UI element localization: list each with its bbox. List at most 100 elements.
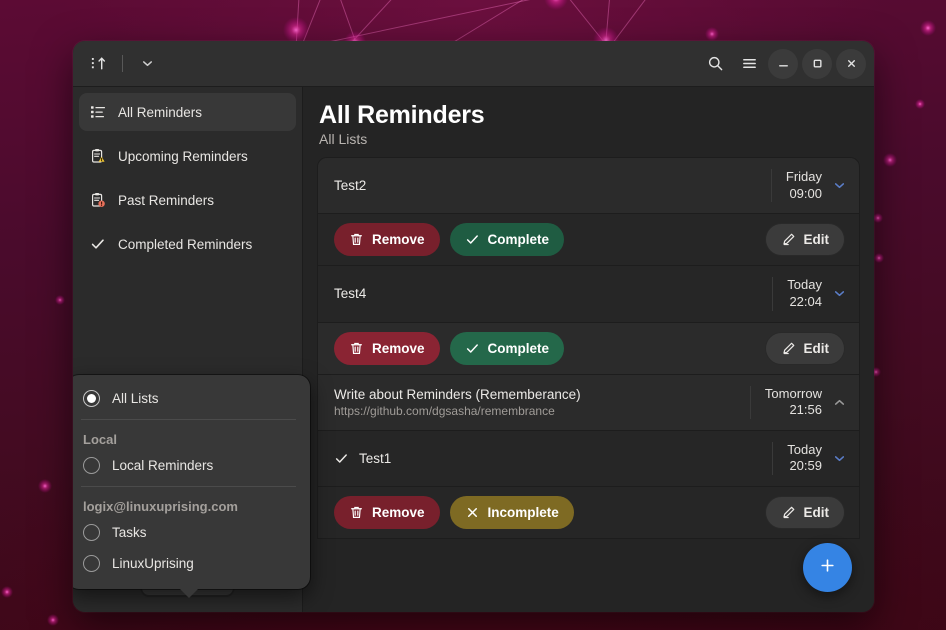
remove-button[interactable]: Remove [334,223,440,257]
window-headerbar [73,41,874,87]
popover-radio-local-reminders[interactable]: Local Reminders [73,450,310,481]
remove-button-label: Remove [372,232,425,248]
popover-radio-all-lists[interactable]: All Lists [73,383,310,414]
page-header: All Reminders All Lists [303,87,874,157]
popover-item-label: Local Reminders [112,458,214,473]
reminder-actions: Remove Complete Edit [318,322,859,375]
main-content: All Reminders All Lists Test2 Friday 09:… [303,87,874,612]
reminder-date-day: Friday [785,169,822,184]
chevron-down-icon[interactable] [132,49,162,79]
edit-button[interactable]: Edit [764,331,845,365]
sidebar-item-label: Upcoming Reminders [118,148,248,164]
reminder-actions: Remove Complete Edit [318,214,859,267]
reminder-row[interactable]: Test2 Friday 09:00 [318,158,859,215]
radio-indicator [83,524,100,541]
reminder-row[interactable]: Test4 Today 22:04 [318,266,859,323]
reminder-row[interactable]: Write about Reminders (Rememberance) htt… [318,374,859,431]
radio-indicator [83,555,100,572]
reminder-main[interactable]: Write about Reminders (Rememberance) htt… [318,375,750,430]
popover-item-label: LinuxUprising [112,556,194,571]
sort-ascending-icon[interactable] [83,49,113,79]
sidebar-navigation: All Reminders Upcoming Reminders Past Re… [73,87,302,269]
edit-button-label: Edit [803,340,830,356]
checkmark-icon [89,236,106,253]
edit-button-label: Edit [803,232,830,248]
reminder-main[interactable]: Test4 [318,266,772,321]
remove-button-label: Remove [372,340,425,356]
sidebar-item-label: Completed Reminders [118,236,253,252]
window-body: All Reminders Upcoming Reminders Past Re… [73,87,874,612]
reminder-date-day: Today [787,441,822,457]
incomplete-button[interactable]: Incomplete [449,496,574,529]
desktop-background: All Reminders Upcoming Reminders Past Re… [0,0,946,630]
reminder-date-time: 21:56 [789,402,822,418]
trash-icon [349,232,364,247]
popover-radio-tasks[interactable]: Tasks [73,517,310,548]
radio-indicator [83,390,100,407]
reminder-main[interactable]: Test1 [318,431,772,486]
remove-button[interactable]: Remove [334,496,440,529]
reminder-date[interactable]: Tomorrow 21:56 [749,385,859,419]
pencil-icon [781,505,796,520]
popover-radio-linuxuprising[interactable]: LinuxUprising [73,548,310,579]
reminder-date-time: 22:04 [789,293,822,309]
popover-group-local: Local [83,432,117,447]
lists-popover: All Lists Local Local Reminders logix@li… [73,375,310,598]
hamburger-menu-icon[interactable] [734,49,764,79]
add-reminder-button[interactable] [803,543,852,592]
page-title: All Reminders [319,101,485,129]
complete-button-label: Complete [487,340,550,356]
trash-icon [349,505,364,520]
sidebar-item-label: Past Reminders [118,192,215,208]
checkmark-icon [465,232,480,247]
popover-divider [81,486,296,487]
chevron-down-icon[interactable] [832,451,847,466]
popover-item-label: Tasks [112,525,147,540]
reminder-title: Test2 [334,178,367,194]
reminder-date-time: 20:59 [789,458,822,474]
minimize-button[interactable] [768,48,798,79]
sidebar-item-label: All Reminders [118,104,203,120]
headerbar-divider [122,55,123,72]
reminder-title: Test4 [334,286,367,302]
application-window: All Reminders Upcoming Reminders Past Re… [73,41,874,612]
reminder-date[interactable]: Today 22:04 [772,277,859,311]
reminder-row[interactable]: Test1 Today 20:59 [318,430,859,487]
edit-button[interactable]: Edit [764,496,845,529]
chevron-down-icon[interactable] [832,286,847,301]
reminder-title: Test1 [359,450,392,466]
close-button[interactable] [836,48,866,79]
sidebar-item-upcoming-reminders[interactable]: Upcoming Reminders [79,137,296,175]
reminder-date-time: 09:00 [789,185,822,201]
reminder-main[interactable]: Test2 [318,158,771,213]
chevron-up-icon[interactable] [832,395,847,410]
reminder-subtitle: https://github.com/dgsasha/remembrance [334,403,555,418]
radio-indicator [83,457,100,474]
complete-button[interactable]: Complete [449,223,565,257]
clipboard-alert-icon [89,192,106,209]
complete-button-label: Complete [487,232,550,248]
incomplete-button-label: Incomplete [487,505,559,520]
chevron-down-icon[interactable] [832,178,847,193]
maximize-button[interactable] [802,48,832,79]
remove-button[interactable]: Remove [334,331,440,365]
popover-group-account: logix@linuxuprising.com [83,499,238,514]
reminder-actions: Remove Incomplete Edit [318,487,859,539]
sidebar-item-all-reminders[interactable]: All Reminders [79,93,296,131]
search-icon[interactable] [700,49,730,79]
reminder-date-day: Tomorrow [764,385,822,401]
checkmark-icon [465,341,480,356]
sidebar-item-completed-reminders[interactable]: Completed Reminders [79,225,296,263]
trash-icon [349,341,364,356]
reminder-date[interactable]: Friday 09:00 [770,169,859,203]
sidebar-item-past-reminders[interactable]: Past Reminders [79,181,296,219]
popover-item-label: All Lists [112,391,159,406]
remove-button-label: Remove [372,505,425,520]
pencil-icon [781,341,796,356]
reminder-title: Write about Reminders (Rememberance) [334,386,581,402]
edit-button[interactable]: Edit [764,223,845,257]
reminder-date[interactable]: Today 20:59 [772,441,859,475]
complete-button[interactable]: Complete [449,331,565,365]
pencil-icon [781,232,796,247]
reminder-date-day: Today [787,277,822,293]
